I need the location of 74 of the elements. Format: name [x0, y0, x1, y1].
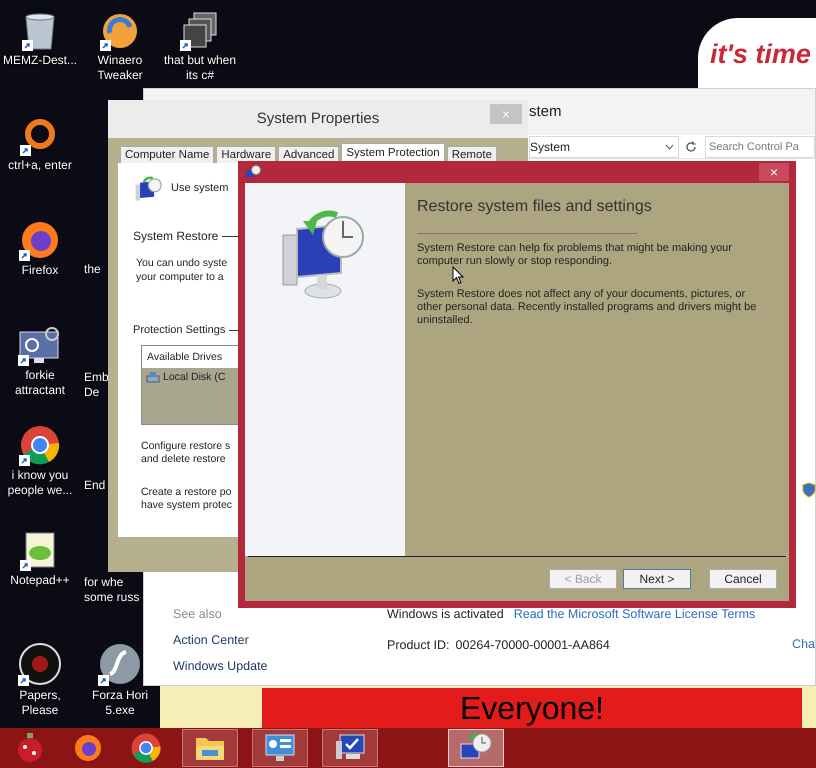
configure-description: Configure restore s and delete restore: [141, 440, 230, 466]
address-bar[interactable]: System: [529, 136, 679, 158]
desktop-icon-label[interactable]: the: [84, 262, 101, 277]
product-id-label: Product ID:: [387, 636, 450, 654]
drive-icon: [146, 371, 160, 384]
desktop-icon-label[interactable]: ctrl+a, enter: [8, 158, 72, 173]
swirl-icon: [100, 11, 140, 51]
firefox-icon: [19, 219, 61, 261]
bubble-text: it's time: [710, 39, 811, 69]
restore-description: You can undo syste your computer to a: [136, 256, 228, 284]
create-description: Create a restore po have system protec: [141, 486, 232, 512]
wizard-button[interactable]: Next >: [623, 569, 691, 589]
intro-text: Use system: [171, 181, 228, 196]
desktop-icon-label[interactable]: End: [84, 478, 106, 493]
shield-icon: [802, 482, 816, 498]
wizard-button[interactable]: Cancel: [709, 569, 777, 589]
banner-text: Everyone!: [460, 689, 604, 727]
desktop-icon-label[interactable]: i know you people we...: [0, 468, 80, 498]
shortcut-arrow-icon: [19, 250, 30, 261]
shortcut-arrow-icon: [18, 675, 29, 686]
product-id: 00264-70000-00001-AA864: [456, 636, 610, 654]
shortcut-arrow-icon: [100, 40, 111, 51]
shortcut-arrow-icon: [98, 675, 109, 686]
change-link[interactable]: Cha: [792, 635, 815, 685]
chevron-down-icon: [665, 144, 674, 150]
taskbar-button[interactable]: [322, 729, 378, 767]
search-field[interactable]: Search Control Pa: [705, 136, 815, 158]
desktop-icon-label[interactable]: Winaero Tweaker: [80, 53, 160, 83]
desktop-icon-label[interactable]: for whe some russ: [84, 575, 140, 605]
firefox-icon: [73, 733, 103, 763]
activation-status: Windows is activated: [387, 606, 504, 623]
desktop-icon-label[interactable]: Firefox: [22, 263, 58, 278]
desktop-icon-label[interactable]: Emb De: [84, 370, 109, 400]
tab[interactable]: System Protection: [341, 143, 445, 163]
chrome-icon: [19, 424, 61, 466]
desktop-icon-label[interactable]: MEMZ-Dest...: [3, 53, 77, 68]
desktop-icon-label[interactable]: that but when its c#: [160, 53, 240, 83]
shortcut-arrow-icon: [180, 40, 191, 51]
restore-app-icon: [245, 164, 261, 180]
taskbar-button[interactable]: [252, 729, 308, 767]
taskbar-button[interactable]: [448, 729, 504, 767]
shortcut-arrow-icon: [22, 40, 33, 51]
refresh-icon[interactable]: [685, 140, 697, 152]
cursor-icon: [452, 266, 464, 285]
chrome-icon: [130, 732, 162, 764]
flash-icon: [98, 642, 142, 686]
shortcut-arrow-icon: [20, 560, 31, 571]
see-also-link[interactable]: Action Center: [173, 630, 387, 650]
see-also-link[interactable]: Windows Update: [173, 656, 387, 676]
license-link[interactable]: Read the Microsoft Software License Terms: [514, 605, 756, 624]
desktop-icon-label[interactable]: Papers, Please: [0, 688, 80, 718]
close-button[interactable]: ×: [759, 163, 789, 181]
drive-name[interactable]: Local Disk (C: [163, 370, 226, 386]
group-label: System Restore: [133, 228, 218, 245]
taskbar-button[interactable]: [182, 729, 238, 767]
control-panel-icon: [264, 733, 296, 763]
tab[interactable]: Computer Name: [120, 146, 214, 163]
window-title: System Properties: [256, 108, 380, 129]
desktop-icon-label[interactable]: forkie attractant: [0, 368, 80, 398]
wizard-paragraph: System Restore does not affect any of your documents, pictures, or other personal data. Recently installed programs and drivers might be uninstalled.: [417, 288, 758, 327]
monitor-gears-icon: [18, 326, 62, 366]
shortcut-arrow-icon: [19, 455, 30, 466]
shortcut-arrow-icon: [20, 145, 31, 156]
desktop-icon-label[interactable]: Notepad++: [10, 573, 70, 588]
dark-round-icon: [18, 642, 62, 686]
tab[interactable]: Hardware: [216, 146, 276, 163]
shortcut-arrow-icon: [18, 355, 29, 366]
desktop-icon-label[interactable]: Forza Hori 5.exe: [92, 688, 148, 718]
ornament-icon: [15, 732, 45, 764]
window-title: stem: [529, 102, 562, 122]
wizard-paragraph: System Restore can help fix problems that might be making your computer run slowly or stop responding.: [417, 242, 733, 268]
wizard-heading: Restore system files and settings: [417, 197, 653, 217]
see-also-heading: See also: [173, 606, 223, 623]
group-label: Protection Settings: [133, 323, 226, 338]
